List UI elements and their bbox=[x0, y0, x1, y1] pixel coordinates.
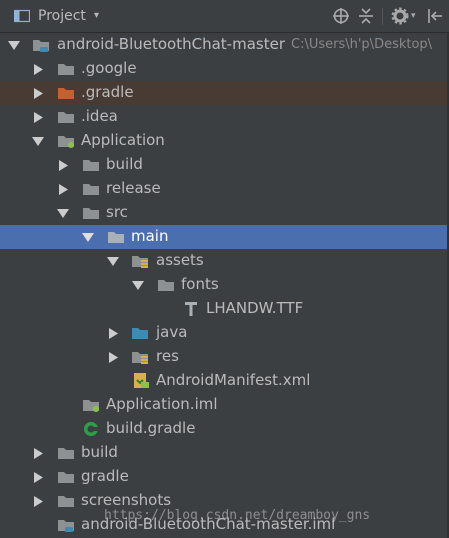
collapsed-arrow-icon[interactable] bbox=[107, 328, 119, 339]
gradle-file-icon bbox=[84, 422, 98, 436]
expanded-arrow-icon[interactable] bbox=[32, 136, 44, 147]
tree-item-label: main bbox=[131, 227, 169, 245]
tree-item-label: AndroidManifest.xml bbox=[156, 371, 311, 389]
tree-item-res[interactable]: res bbox=[0, 345, 449, 369]
tree-item-label: gradle bbox=[81, 467, 129, 485]
excluded-folder-icon bbox=[58, 88, 74, 99]
expanded-arrow-icon[interactable] bbox=[107, 256, 119, 267]
android-module-folder-icon bbox=[58, 136, 74, 148]
tree-item-application-iml[interactable]: Application.iml bbox=[0, 393, 449, 417]
collapsed-arrow-icon[interactable] bbox=[32, 88, 44, 99]
tree-item-label: .google bbox=[81, 59, 137, 77]
module-file-icon bbox=[58, 520, 74, 532]
view-title[interactable]: Project bbox=[38, 8, 86, 24]
collapse-all-icon[interactable] bbox=[357, 7, 375, 25]
tree-item-manifest[interactable]: AndroidManifest.xml bbox=[0, 369, 449, 393]
tree-item-src[interactable]: src bbox=[0, 201, 449, 225]
folder-icon bbox=[83, 160, 99, 171]
tree-item-font-file[interactable]: LHANDW.TTF bbox=[0, 297, 449, 321]
project-icon[interactable] bbox=[14, 9, 30, 23]
tree-item-label: assets bbox=[156, 251, 204, 269]
folder-icon bbox=[58, 472, 74, 483]
collapsed-arrow-icon[interactable] bbox=[107, 352, 119, 363]
tree-item-label: fonts bbox=[181, 275, 219, 293]
collapsed-arrow-icon[interactable] bbox=[32, 472, 44, 483]
tree-item-release[interactable]: release bbox=[0, 177, 449, 201]
tree-item-root-module[interactable]: android-BluetoothChat-master C:\Users\h'… bbox=[0, 33, 449, 57]
tree-item-label: src bbox=[106, 203, 128, 221]
folder-icon bbox=[83, 208, 99, 219]
collapsed-arrow-icon[interactable] bbox=[32, 112, 44, 123]
collapsed-arrow-icon[interactable] bbox=[57, 160, 69, 171]
folder-icon bbox=[58, 496, 74, 507]
tree-item-label: android-BluetoothChat-master bbox=[57, 35, 285, 53]
folder-icon bbox=[58, 448, 74, 459]
tree-item-label: Application bbox=[81, 131, 165, 149]
expanded-arrow-icon[interactable] bbox=[57, 208, 69, 219]
tree-item-label: .gradle bbox=[81, 83, 134, 101]
font-file-icon bbox=[185, 302, 197, 316]
expanded-arrow-icon[interactable] bbox=[82, 232, 94, 243]
toolbar-separator bbox=[382, 8, 383, 25]
folder-icon bbox=[58, 64, 74, 75]
hide-icon[interactable] bbox=[426, 7, 444, 25]
collapsed-arrow-icon[interactable] bbox=[57, 184, 69, 195]
tree-item-label: screenshots bbox=[81, 491, 172, 509]
module-path: C:\Users\h'p\Desktop\ bbox=[291, 37, 433, 52]
tree-item-label: .idea bbox=[81, 107, 118, 125]
collapsed-arrow-icon[interactable] bbox=[32, 496, 44, 507]
tree-item-app-build[interactable]: build bbox=[0, 153, 449, 177]
tree-item-root-gradle[interactable]: gradle bbox=[0, 465, 449, 489]
tree-item-application[interactable]: Application bbox=[0, 129, 449, 153]
tree-item-label: res bbox=[156, 347, 179, 365]
collapsed-arrow-icon[interactable] bbox=[32, 448, 44, 459]
tree-item-label: build.gradle bbox=[106, 419, 196, 437]
tree-item-gradle-hidden[interactable]: .gradle bbox=[0, 81, 449, 105]
expanded-arrow-icon[interactable] bbox=[8, 40, 20, 51]
tree-item-label: java bbox=[156, 323, 188, 341]
folder-icon bbox=[158, 280, 174, 291]
resource-folder-icon bbox=[132, 256, 148, 268]
source-folder-icon bbox=[132, 328, 148, 339]
tree-item-google[interactable]: .google bbox=[0, 57, 449, 81]
iml-file-icon bbox=[83, 400, 99, 412]
project-tool-window-header: Project ▾ ▾ bbox=[0, 0, 449, 33]
tree-item-label: Application.iml bbox=[106, 395, 218, 413]
folder-icon bbox=[83, 184, 99, 195]
tree-item-assets[interactable]: assets bbox=[0, 249, 449, 273]
tree-item-idea[interactable]: .idea bbox=[0, 105, 449, 129]
resource-folder-icon bbox=[132, 352, 148, 364]
tree-item-java[interactable]: java bbox=[0, 321, 449, 345]
tree-item-build-gradle[interactable]: build.gradle bbox=[0, 417, 449, 441]
chevron-down-icon[interactable]: ▾ bbox=[94, 10, 99, 21]
tree-item-label: build bbox=[81, 443, 118, 461]
watermark: https://blog.csdn.net/dreamboy_gns bbox=[104, 508, 371, 523]
gear-dropdown-icon[interactable]: ▾ bbox=[411, 11, 416, 21]
tree-item-root-build[interactable]: build bbox=[0, 441, 449, 465]
expanded-arrow-icon[interactable] bbox=[132, 280, 144, 291]
tree-item-label: build bbox=[106, 155, 143, 173]
manifest-file-icon bbox=[134, 373, 149, 388]
folder-icon bbox=[108, 232, 124, 243]
module-folder-icon bbox=[33, 40, 49, 52]
folder-icon bbox=[58, 112, 74, 123]
locate-icon[interactable] bbox=[332, 7, 350, 25]
tree-item-label: release bbox=[106, 179, 161, 197]
tree-item-main[interactable]: main bbox=[0, 225, 449, 249]
tree-item-fonts[interactable]: fonts bbox=[0, 273, 449, 297]
collapsed-arrow-icon[interactable] bbox=[32, 64, 44, 75]
tree-item-label: LHANDW.TTF bbox=[206, 299, 304, 317]
gear-icon[interactable] bbox=[391, 7, 409, 25]
